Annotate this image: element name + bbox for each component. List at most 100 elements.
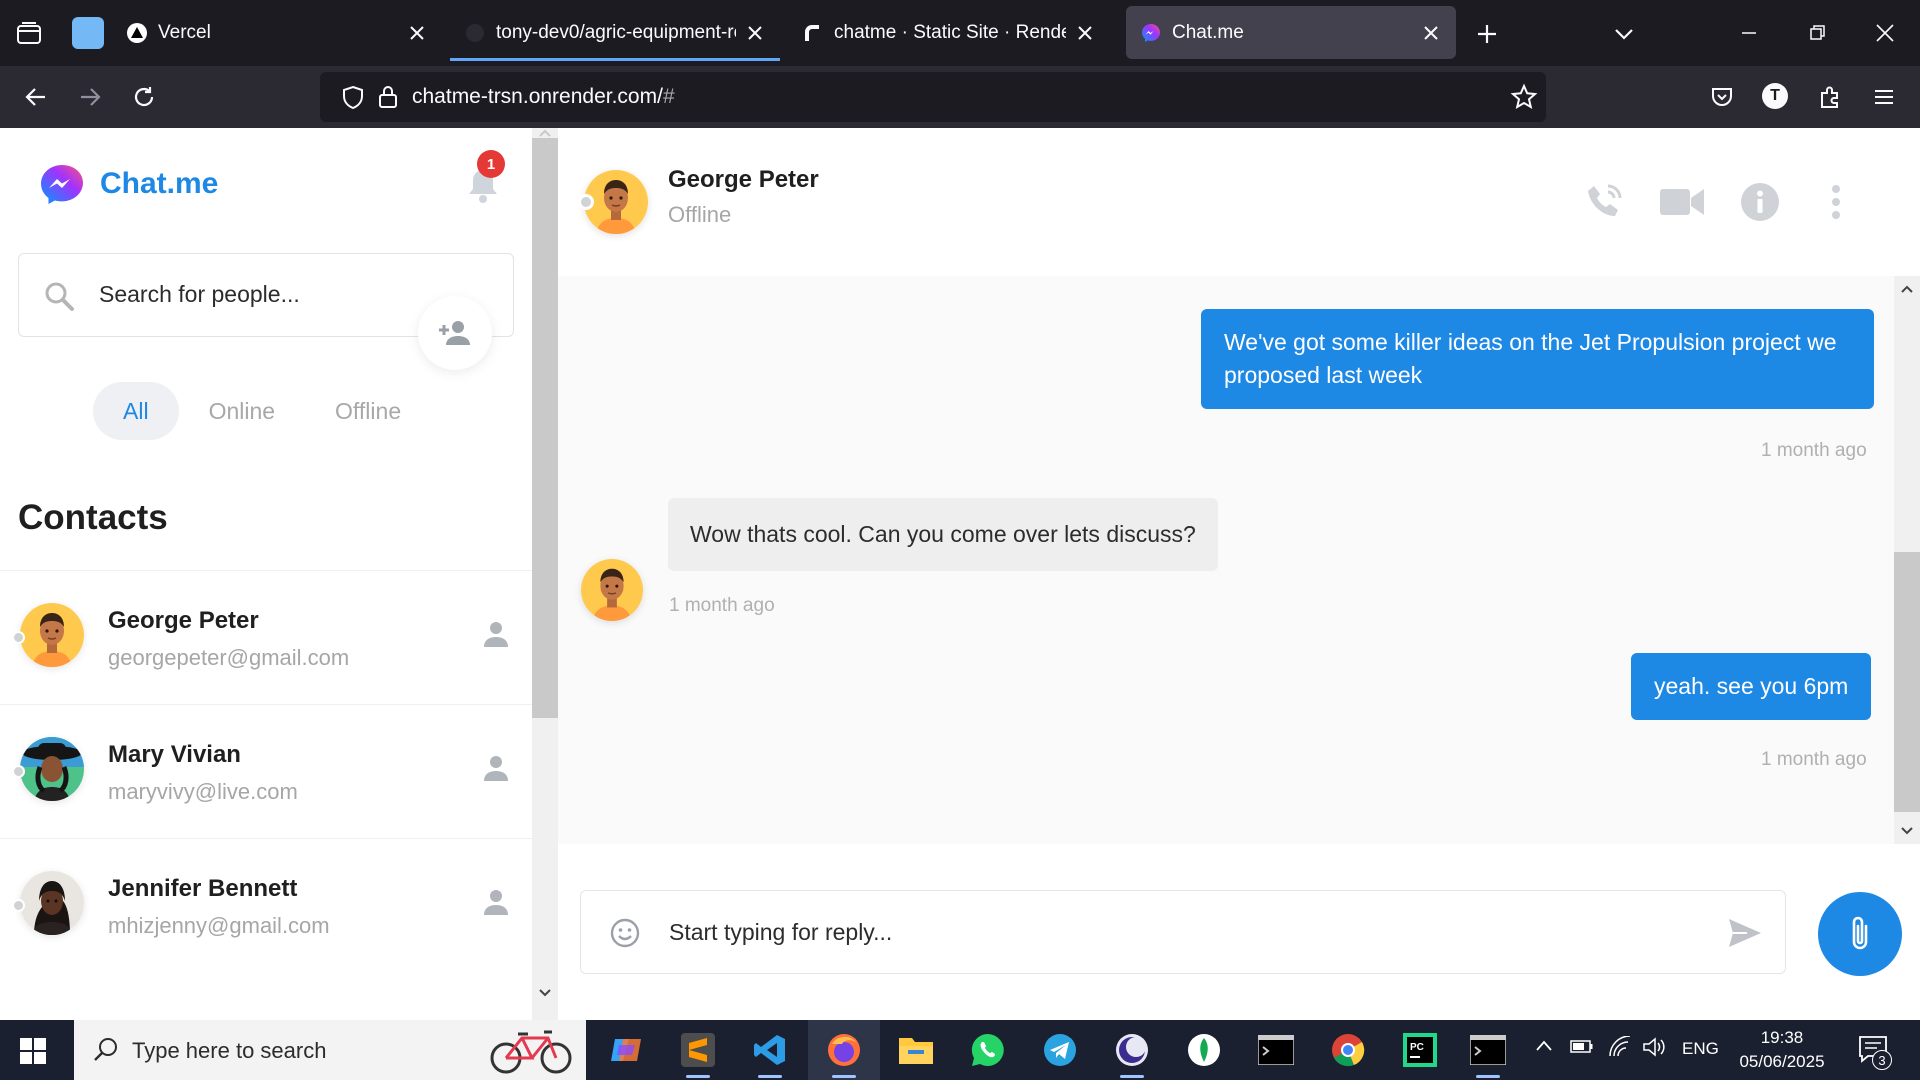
tab-title: tony-dev0/agric-equipment-ren	[496, 21, 736, 43]
windows-start-icon[interactable]	[20, 1038, 46, 1064]
avatar	[581, 559, 643, 621]
emoji-icon[interactable]	[609, 917, 641, 949]
scrollbar-thumb[interactable]	[1894, 552, 1920, 812]
voice-call-icon[interactable]	[1582, 180, 1626, 224]
pinned-tab[interactable]	[72, 17, 104, 49]
sublime-text-icon[interactable]	[678, 1030, 718, 1078]
close-tab-icon[interactable]	[1074, 22, 1096, 44]
status-indicator	[12, 899, 25, 912]
firefox-icon[interactable]	[824, 1030, 864, 1078]
message-composer	[558, 844, 1920, 1020]
lock-icon[interactable]	[376, 84, 400, 115]
clock[interactable]: 19:38 05/06/2025	[1730, 1026, 1834, 1074]
account-avatar[interactable]: T	[1762, 83, 1788, 109]
eclipse-icon[interactable]	[1112, 1030, 1152, 1078]
chevron-down-icon[interactable]	[1610, 20, 1638, 48]
status-indicator	[12, 765, 25, 778]
contact-name: Mary Vivian	[108, 741, 241, 768]
messenger-logo-icon	[41, 165, 83, 204]
wifi-icon[interactable]	[1608, 1036, 1632, 1058]
language-indicator[interactable]: ENG	[1682, 1039, 1719, 1059]
reply-input[interactable]	[669, 911, 1569, 953]
tab-render[interactable]: chatme · Static Site · Render	[788, 6, 1110, 59]
mongodb-compass-icon[interactable]	[1184, 1030, 1224, 1070]
more-options-icon[interactable]	[1814, 180, 1858, 224]
minimize-icon[interactable]	[1734, 18, 1764, 48]
restore-icon[interactable]	[1802, 18, 1832, 48]
scroll-up-icon[interactable]	[1900, 282, 1914, 296]
filter-offline[interactable]: Offline	[305, 382, 431, 440]
contact-item[interactable]: Jennifer Bennett mhizjenny@gmail.com	[0, 838, 532, 972]
message-thread: We've got some killer ideas on the Jet P…	[558, 276, 1894, 844]
render-icon	[802, 22, 824, 44]
tab-list-icon[interactable]	[14, 19, 44, 49]
close-tab-icon[interactable]	[406, 22, 428, 44]
chat-header: George Peter Offline	[558, 128, 1920, 276]
battery-icon[interactable]	[1570, 1036, 1594, 1056]
scrollbar-thumb[interactable]	[532, 138, 558, 718]
taskbar-search[interactable]: Type here to search	[74, 1020, 586, 1080]
notification-badge: 1	[477, 150, 505, 178]
volume-icon[interactable]	[1642, 1036, 1666, 1058]
extensions-icon[interactable]	[1814, 81, 1846, 113]
tab-title: Chat.me	[1172, 21, 1244, 43]
github-icon	[464, 22, 486, 44]
person-icon[interactable]	[482, 887, 510, 917]
close-window-icon[interactable]	[1870, 18, 1900, 48]
menu-icon[interactable]	[1868, 81, 1900, 113]
tab-vercel[interactable]: Vercel	[112, 6, 442, 59]
scroll-down-icon[interactable]	[1900, 824, 1914, 838]
messenger-icon	[1140, 22, 1162, 44]
person-icon[interactable]	[482, 619, 510, 649]
video-call-icon[interactable]	[1660, 180, 1704, 224]
paperclip-icon	[1852, 916, 1868, 950]
terminal-icon[interactable]	[1256, 1030, 1296, 1070]
send-icon[interactable]	[1727, 915, 1763, 951]
close-tab-icon[interactable]	[744, 22, 766, 44]
status-indicator	[12, 631, 25, 644]
bookmark-star-icon[interactable]	[1510, 83, 1538, 116]
info-icon[interactable]	[1738, 180, 1782, 224]
windows-taskbar: Type here to search PC ENG 19:38 05/06/2…	[0, 1020, 1920, 1080]
contact-item[interactable]: Mary Vivian maryvivy@live.com	[0, 704, 532, 838]
sidebar-scrollbar[interactable]	[532, 128, 558, 1020]
chrome-icon[interactable]	[1328, 1030, 1368, 1070]
attach-button[interactable]	[1818, 892, 1902, 976]
chevron-up-icon[interactable]	[1534, 1036, 1554, 1056]
svg-text:PC: PC	[1410, 1042, 1424, 1053]
vscode-icon[interactable]	[750, 1030, 790, 1078]
new-tab-icon[interactable]	[1473, 20, 1501, 48]
reply-box[interactable]	[580, 890, 1786, 974]
tab-github[interactable]: tony-dev0/agric-equipment-ren	[450, 6, 780, 61]
search-icon	[45, 282, 74, 311]
messages-scrollbar[interactable]	[1894, 276, 1920, 844]
message-time: 1 month ago	[1761, 749, 1867, 770]
telegram-icon[interactable]	[1040, 1030, 1080, 1070]
whatsapp-icon[interactable]	[968, 1030, 1008, 1070]
filter-online[interactable]: Online	[179, 382, 305, 440]
brand[interactable]: Chat.me	[40, 164, 218, 204]
pycharm-icon[interactable]: PC	[1400, 1030, 1440, 1070]
shield-icon[interactable]	[340, 84, 366, 115]
contact-item[interactable]: George Peter georgepeter@gmail.com	[0, 570, 532, 704]
back-icon[interactable]	[20, 81, 52, 113]
add-user-button[interactable]	[418, 296, 492, 370]
url-bar[interactable]: chatme-trsn.onrender.com/#	[320, 72, 1546, 122]
command-prompt-icon[interactable]	[1468, 1030, 1508, 1078]
forward-icon[interactable]	[74, 81, 106, 113]
chat-contact-status: Offline	[668, 202, 732, 227]
search-input[interactable]	[99, 274, 399, 314]
close-tab-icon[interactable]	[1420, 22, 1442, 44]
chat-contact-name: George Peter	[668, 166, 819, 193]
scroll-down-icon[interactable]	[538, 986, 552, 1000]
pocket-icon[interactable]	[1706, 81, 1738, 113]
file-explorer-icon[interactable]	[896, 1030, 936, 1070]
person-icon[interactable]	[482, 753, 510, 783]
add-user-icon	[439, 321, 470, 345]
filter-all[interactable]: All	[93, 382, 179, 440]
url-text: chatme-trsn.onrender.com/#	[412, 85, 675, 109]
copilot-icon[interactable]	[606, 1030, 646, 1070]
contact-list: George Peter georgepeter@gmail.com Mary …	[0, 570, 532, 972]
tab-chatme[interactable]: Chat.me	[1126, 6, 1456, 59]
reload-icon[interactable]	[128, 81, 160, 113]
